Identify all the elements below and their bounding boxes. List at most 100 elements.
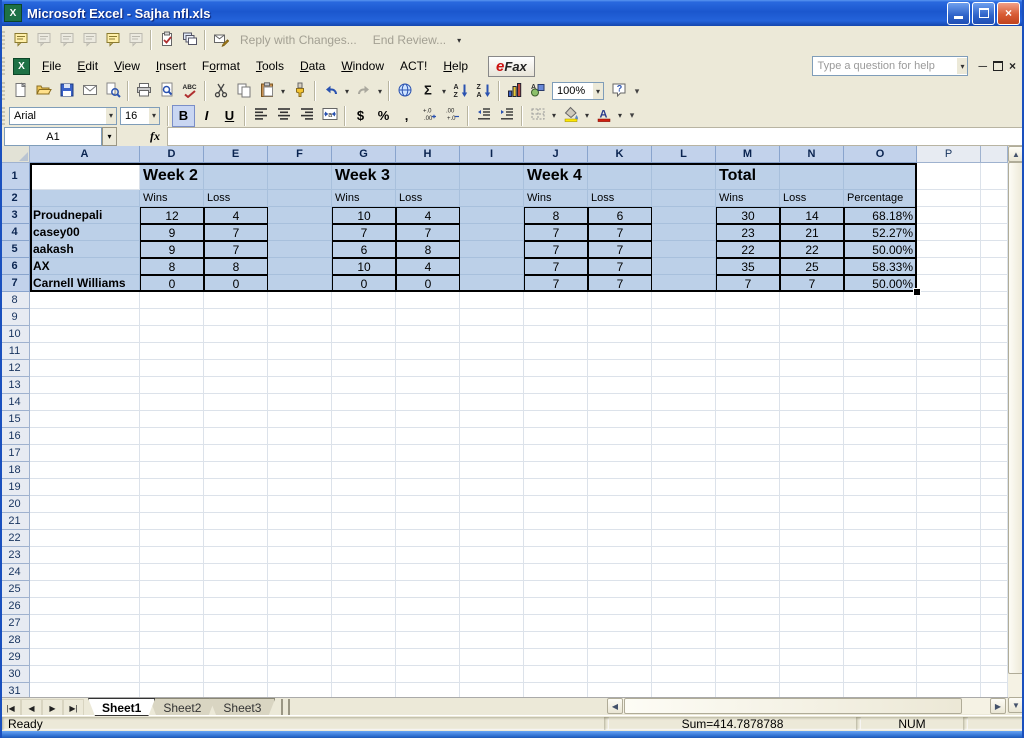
cell-O11[interactable]: [844, 343, 917, 360]
cell-D21[interactable]: [140, 513, 204, 530]
cell-H6[interactable]: 4: [396, 258, 460, 275]
cell-F15[interactable]: [268, 411, 332, 428]
cell-M31[interactable]: [716, 683, 780, 697]
show-all-comments-button[interactable]: [101, 29, 124, 51]
cell-L5[interactable]: [652, 241, 716, 258]
cell-7[interactable]: [981, 275, 1008, 292]
cell-M10[interactable]: [716, 326, 780, 343]
cell-K3[interactable]: 6: [588, 207, 652, 224]
cell-K10[interactable]: [588, 326, 652, 343]
cell-D16[interactable]: [140, 428, 204, 445]
row-header-9[interactable]: 9: [0, 309, 30, 326]
cell-N16[interactable]: [780, 428, 844, 445]
cell-K11[interactable]: [588, 343, 652, 360]
autosum-dropdown-icon[interactable]: ▾: [439, 80, 449, 102]
cell-A17[interactable]: [30, 445, 140, 462]
cell-N20[interactable]: [780, 496, 844, 513]
cell-L19[interactable]: [652, 479, 716, 496]
cell-E24[interactable]: [204, 564, 268, 581]
open-button[interactable]: [32, 80, 55, 102]
cell-E16[interactable]: [204, 428, 268, 445]
cell-D26[interactable]: [140, 598, 204, 615]
cell-E1[interactable]: [204, 163, 268, 190]
cell-M22[interactable]: [716, 530, 780, 547]
cell-I26[interactable]: [460, 598, 524, 615]
cell-D18[interactable]: [140, 462, 204, 479]
row-header-22[interactable]: 22: [0, 530, 30, 547]
cell-N19[interactable]: [780, 479, 844, 496]
cell-M27[interactable]: [716, 615, 780, 632]
cell-I5[interactable]: [460, 241, 524, 258]
cell-21[interactable]: [981, 513, 1008, 530]
restore-button[interactable]: [972, 2, 995, 25]
cell-M9[interactable]: [716, 309, 780, 326]
cell-I17[interactable]: [460, 445, 524, 462]
cell-K18[interactable]: [588, 462, 652, 479]
cell-F4[interactable]: [268, 224, 332, 241]
cell-L7[interactable]: [652, 275, 716, 292]
cell-N15[interactable]: [780, 411, 844, 428]
cell-O8[interactable]: [844, 292, 917, 309]
cell-J28[interactable]: [524, 632, 588, 649]
cell-H17[interactable]: [396, 445, 460, 462]
cell-J6[interactable]: 7: [524, 258, 588, 275]
cell-M19[interactable]: [716, 479, 780, 496]
cell-O13[interactable]: [844, 377, 917, 394]
cell-E14[interactable]: [204, 394, 268, 411]
cell-13[interactable]: [981, 377, 1008, 394]
cell-L14[interactable]: [652, 394, 716, 411]
cell-J9[interactable]: [524, 309, 588, 326]
row-header-17[interactable]: 17: [0, 445, 30, 462]
menu-act[interactable]: ACT!: [392, 56, 435, 76]
cell-H19[interactable]: [396, 479, 460, 496]
cell-G3[interactable]: 10: [332, 207, 396, 224]
cell-1[interactable]: [981, 163, 1008, 190]
cell-L22[interactable]: [652, 530, 716, 547]
cell-P24[interactable]: [917, 564, 981, 581]
align-right-button[interactable]: [295, 105, 318, 127]
borders-dropdown-icon[interactable]: ▾: [549, 105, 559, 127]
horizontal-scrollbar[interactable]: ◀ ▶: [607, 698, 1007, 714]
cell-G28[interactable]: [332, 632, 396, 649]
cell-E30[interactable]: [204, 666, 268, 683]
cell-K26[interactable]: [588, 598, 652, 615]
cell-O19[interactable]: [844, 479, 917, 496]
cell-N31[interactable]: [780, 683, 844, 697]
menu-file[interactable]: File: [34, 56, 69, 76]
cell-N3[interactable]: 14: [780, 207, 844, 224]
cell-M11[interactable]: [716, 343, 780, 360]
row-header-25[interactable]: 25: [0, 581, 30, 598]
cell-F27[interactable]: [268, 615, 332, 632]
cell-N6[interactable]: 25: [780, 258, 844, 275]
cell-A10[interactable]: [30, 326, 140, 343]
cell-L30[interactable]: [652, 666, 716, 683]
row-header-27[interactable]: 27: [0, 615, 30, 632]
cell-P14[interactable]: [917, 394, 981, 411]
cell-I27[interactable]: [460, 615, 524, 632]
cell-H21[interactable]: [396, 513, 460, 530]
cell-10[interactable]: [981, 326, 1008, 343]
cell-A4[interactable]: casey00: [30, 224, 140, 241]
cell-G16[interactable]: [332, 428, 396, 445]
cell-F5[interactable]: [268, 241, 332, 258]
cell-I24[interactable]: [460, 564, 524, 581]
scroll-right-button[interactable]: ▶: [990, 698, 1006, 714]
cell-J1[interactable]: Week 4: [524, 163, 588, 190]
toolbar-drag-handle[interactable]: [2, 31, 5, 49]
cell-G2[interactable]: Wins: [332, 190, 396, 207]
cell-M26[interactable]: [716, 598, 780, 615]
align-center-button[interactable]: [272, 105, 295, 127]
cell-A16[interactable]: [30, 428, 140, 445]
cell-D3[interactable]: 12: [140, 207, 204, 224]
cell-N8[interactable]: [780, 292, 844, 309]
cell-F29[interactable]: [268, 649, 332, 666]
row-header-23[interactable]: 23: [0, 547, 30, 564]
cell-M6[interactable]: 35: [716, 258, 780, 275]
cell-H24[interactable]: [396, 564, 460, 581]
cell-N13[interactable]: [780, 377, 844, 394]
cell-O5[interactable]: 50.00%: [844, 241, 917, 258]
cell-F8[interactable]: [268, 292, 332, 309]
undo-button[interactable]: [319, 80, 342, 102]
cell-N25[interactable]: [780, 581, 844, 598]
cell-I3[interactable]: [460, 207, 524, 224]
